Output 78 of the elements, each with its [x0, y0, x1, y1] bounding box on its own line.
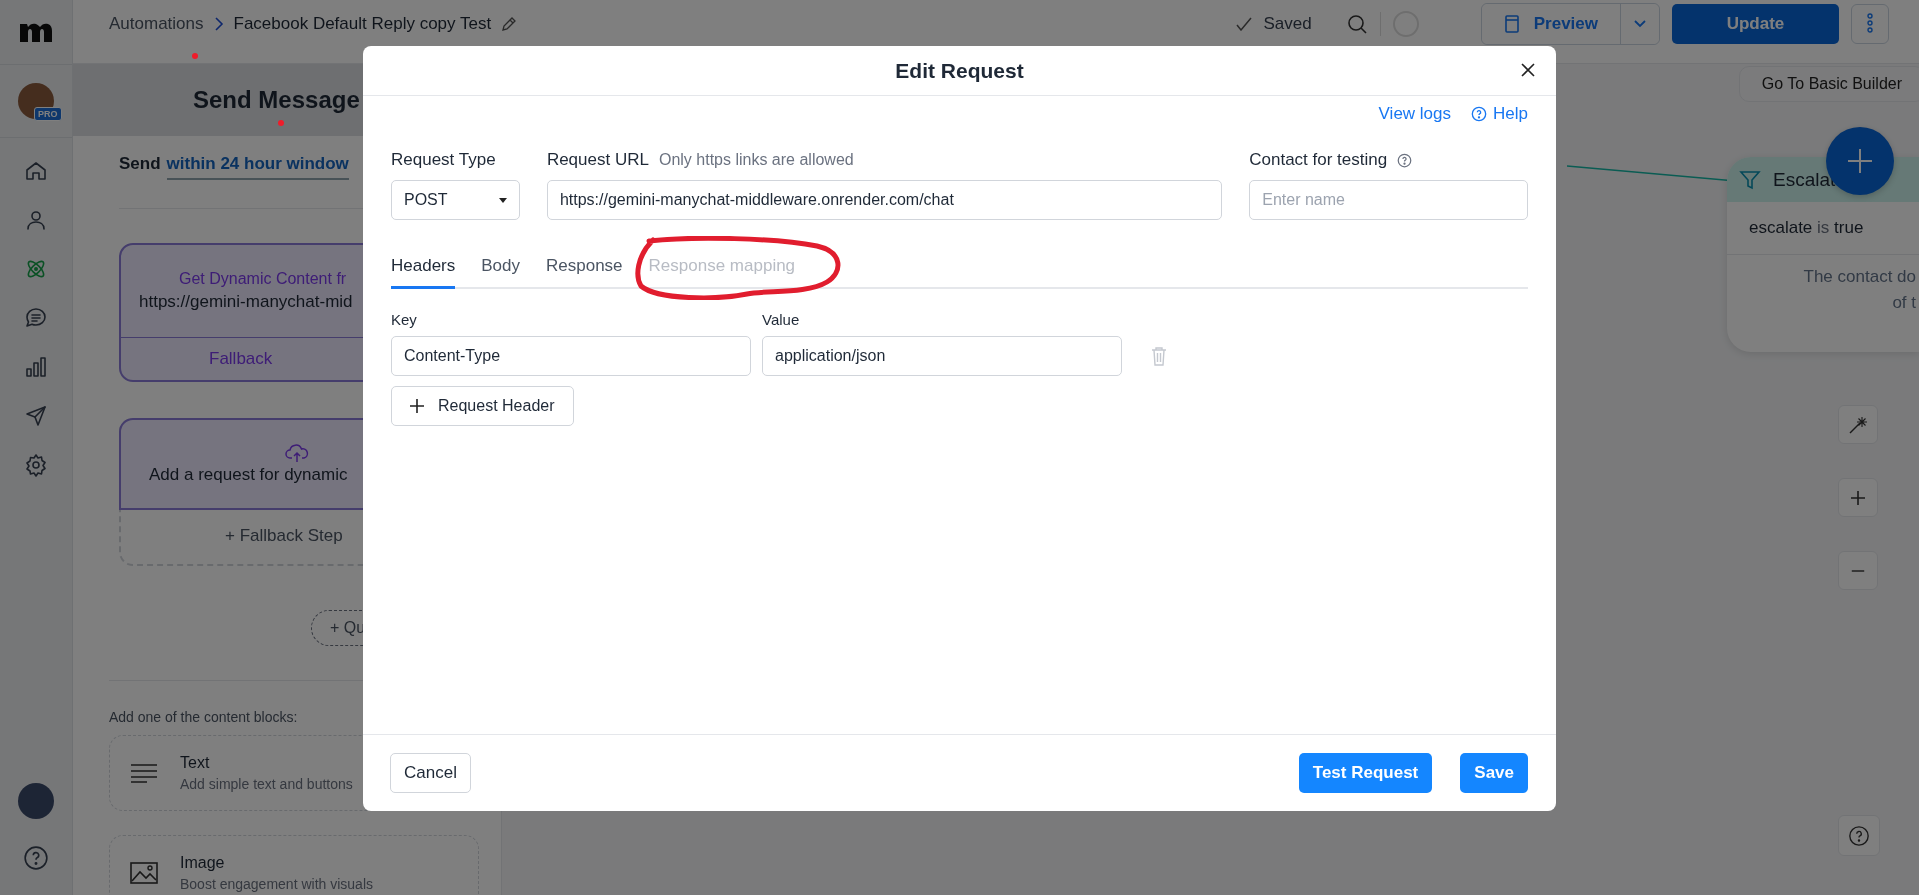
- magic-wand-button[interactable]: [1838, 405, 1878, 444]
- caret-icon: [1633, 18, 1647, 29]
- image-icon: [130, 862, 158, 884]
- help-icon[interactable]: [1397, 152, 1413, 168]
- contact-input[interactable]: Enter name: [1249, 180, 1528, 220]
- view-logs-link[interactable]: View logs: [1378, 104, 1452, 124]
- zoom-in-button[interactable]: [1838, 478, 1878, 517]
- pro-badge: PRO: [34, 107, 62, 121]
- chevron-icon: [213, 17, 224, 31]
- logo-icon[interactable]: [19, 21, 53, 43]
- search-icon[interactable]: [1345, 13, 1368, 35]
- marker-dot: [278, 120, 284, 126]
- add-header-button[interactable]: Request Header: [391, 386, 574, 426]
- cloud-upload-icon: [285, 443, 309, 463]
- field-label: Request Type: [391, 150, 497, 170]
- block-title: Image: [180, 854, 226, 872]
- test-request-button[interactable]: Test Request: [1298, 753, 1433, 793]
- field-hint: Only https links are allowed: [658, 151, 854, 169]
- save-button[interactable]: Save: [1460, 753, 1528, 793]
- settings-icon[interactable]: [24, 452, 48, 477]
- help-button[interactable]: [1838, 815, 1880, 856]
- tab[interactable]: Response: [546, 250, 623, 289]
- more-icon: [1867, 11, 1873, 34]
- send-label: Send: [119, 154, 161, 175]
- filter-icon: [1739, 168, 1761, 191]
- node-condition: escalate is true: [1727, 202, 1919, 255]
- key-label: Key: [391, 311, 418, 328]
- block-description: Boost engagement with visuals: [180, 876, 373, 892]
- add-request-text: Add a request for dynamic: [149, 465, 348, 485]
- pencil-icon[interactable]: [501, 16, 518, 32]
- automation-title: Facebook Default Reply copy Test: [233, 14, 492, 34]
- value-label: Value: [762, 311, 800, 328]
- marker-dot: [192, 53, 198, 59]
- bar-chart-icon[interactable]: [24, 354, 48, 379]
- block-title: Text: [180, 754, 211, 772]
- help-icon: [1848, 824, 1870, 847]
- help-link[interactable]: Help: [1471, 104, 1528, 124]
- fallback-link[interactable]: Fallback: [209, 349, 273, 369]
- update-button[interactable]: Update: [1672, 4, 1839, 44]
- node-note: The contact do: [1803, 267, 1916, 287]
- tab[interactable]: Headers: [391, 250, 456, 289]
- send-icon[interactable]: [24, 403, 48, 428]
- request-type-select[interactable]: POST: [391, 180, 520, 220]
- dialog-title: Edit Request: [895, 58, 1024, 83]
- block-description: Add simple text and buttons: [180, 776, 353, 792]
- more-button[interactable]: [1851, 4, 1889, 44]
- header-value-input[interactable]: application/json: [762, 336, 1122, 376]
- minus-icon: [1850, 569, 1866, 572]
- send-window-link[interactable]: within 24 hour window: [166, 154, 349, 180]
- content-block[interactable]: Image Boost engagement with visuals: [109, 835, 479, 895]
- request-title: Get Dynamic Content fr: [179, 270, 347, 288]
- blocks-label: Add one of the content blocks:: [108, 708, 299, 725]
- breadcrumb-link[interactable]: Automations: [109, 14, 204, 34]
- tab[interactable]: Body: [481, 250, 520, 289]
- user-avatar[interactable]: [18, 783, 54, 819]
- panel-title: Send Message: [193, 86, 360, 114]
- chat-icon[interactable]: [24, 305, 48, 330]
- saved-status: Saved: [1263, 14, 1312, 34]
- node-note: of t: [1892, 293, 1916, 313]
- plus-icon: [410, 399, 424, 413]
- fallback-step-button[interactable]: + Fallback Step: [121, 508, 501, 564]
- check-icon: [1235, 17, 1252, 31]
- document-icon: [1503, 15, 1520, 33]
- cancel-button[interactable]: Cancel: [390, 753, 471, 793]
- plus-icon: [1849, 488, 1867, 507]
- request-url-input[interactable]: https://gemini-manychat-middleware.onrender.com/chat: [546, 180, 1223, 220]
- magic-wand-icon: [1848, 414, 1868, 435]
- caret-icon: [498, 197, 507, 203]
- help-icon[interactable]: [23, 845, 49, 871]
- close-icon: [1521, 63, 1535, 77]
- plus-icon: [1845, 146, 1875, 176]
- text-lines-icon: [130, 763, 158, 783]
- request-url: https://gemini-manychat-mid: [139, 292, 353, 312]
- help-icon: [1471, 106, 1488, 122]
- field-label: Request URL: [546, 150, 649, 170]
- basic-builder-button[interactable]: Go To Basic Builder: [1738, 66, 1919, 102]
- header-key-input[interactable]: Content-Type: [391, 336, 751, 376]
- field-label: Contact for testing: [1249, 150, 1388, 170]
